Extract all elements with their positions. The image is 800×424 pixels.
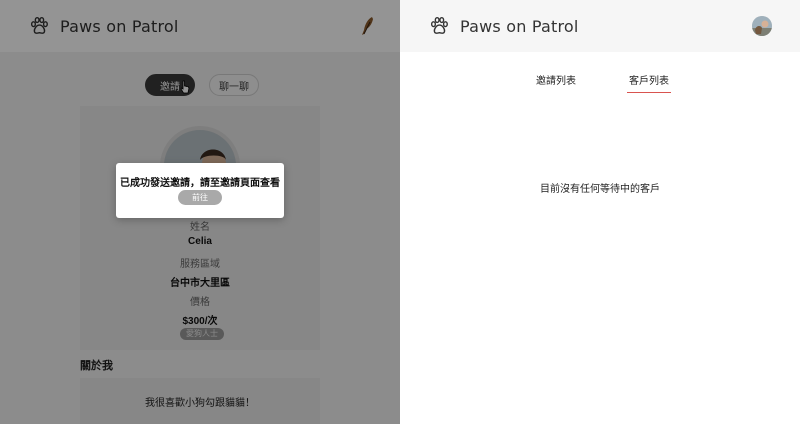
tab-invites[interactable]: 邀請列表 xyxy=(536,72,576,92)
right-window: Paws on Patrol 邀請列表 客戶列表 目前沒有任何等待中的客戶 xyxy=(400,0,800,424)
empty-state-message: 目前沒有任何等待中的客戶 xyxy=(540,184,660,195)
brand[interactable]: Paws on Patrol xyxy=(428,15,579,37)
paw-icon xyxy=(430,16,448,34)
user-avatar[interactable] xyxy=(752,16,772,36)
go-button[interactable]: 前往 xyxy=(178,190,222,205)
tab-bar: 邀請列表 客戶列表 xyxy=(400,72,800,93)
right-header: Paws on Patrol xyxy=(400,0,800,52)
dialog-message: 已成功發送邀請，請至邀請頁面查看 xyxy=(120,178,280,189)
success-dialog: 已成功發送邀請，請至邀請頁面查看 前往 xyxy=(116,163,284,218)
app-title: Paws on Patrol xyxy=(460,16,579,36)
tab-clients[interactable]: 客戶列表 xyxy=(627,72,671,93)
left-window: Paws on Patrol 邀請 聊一聊 姓名 Celia 服務區域 台中市大… xyxy=(0,0,400,424)
avatar-photo xyxy=(752,16,772,36)
